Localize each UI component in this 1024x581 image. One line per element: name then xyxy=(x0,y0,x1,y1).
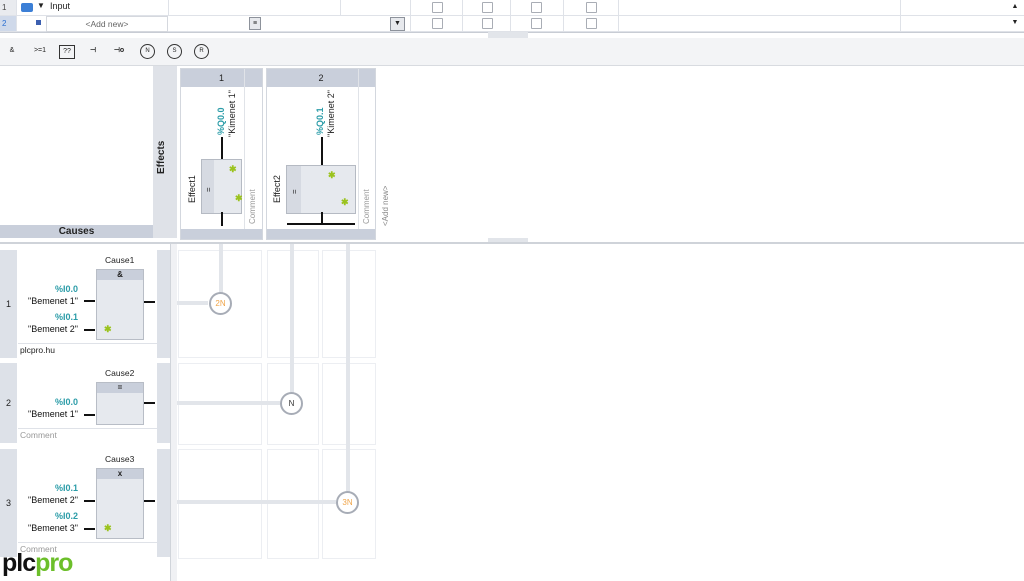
input-address: %I0.0 xyxy=(55,284,79,294)
effect-line xyxy=(290,244,294,394)
cause-name: Cause1 xyxy=(105,255,135,265)
cause-line xyxy=(172,500,336,504)
add-pin-icon[interactable]: ✱ xyxy=(104,324,112,335)
effect-column-2[interactable]: 2 %Q0.1 "Kimenet 2" Effect2 = ✱ ✱ Commen… xyxy=(266,68,376,240)
effect-box[interactable]: = ✱ ✱ xyxy=(286,165,356,214)
add-pin-icon[interactable]: ✱ xyxy=(341,197,349,208)
add-pin-icon[interactable]: ✱ xyxy=(104,523,112,534)
cause-line xyxy=(172,301,208,305)
negated-contact-icon[interactable]: ⊣o xyxy=(110,43,128,59)
variable-table: 1 ▼ Input ▲ 2 <Add new> ≡ ▼ ▼ xyxy=(0,0,1024,33)
causes-title: Causes xyxy=(0,225,153,238)
cause-box[interactable]: = xyxy=(96,382,144,425)
cause-line xyxy=(172,401,280,405)
effect-box[interactable]: = ✱ ✱ xyxy=(201,159,243,214)
s-icon[interactable]: S xyxy=(167,44,182,59)
checkbox[interactable] xyxy=(482,18,493,29)
cause-comment[interactable]: Comment xyxy=(18,428,157,442)
input-signal: "Bemenet 1" xyxy=(28,409,78,419)
checkbox[interactable] xyxy=(531,2,542,13)
effect-column-1[interactable]: 1 %Q0.0 "Kimenet 1" Effect1 = ✱ ✱ Commen… xyxy=(180,68,263,240)
matrix-cell[interactable] xyxy=(178,449,262,559)
expand-arrow-icon[interactable]: ▼ xyxy=(37,1,45,10)
row-number: 1 xyxy=(0,0,17,15)
effect-number: 1 xyxy=(181,69,262,87)
dropdown-button[interactable]: ▼ xyxy=(390,17,405,31)
r-icon[interactable]: R xyxy=(194,44,209,59)
checkbox[interactable] xyxy=(586,18,597,29)
effect-comment[interactable]: Comment xyxy=(362,189,371,224)
input-type-icon xyxy=(21,3,33,12)
cause-box[interactable]: x ✱ xyxy=(96,468,144,539)
cause-row-3[interactable]: 3 Cause3 x ✱ %I0.1 "Bemenet 2" %I0.2 "Be… xyxy=(0,449,170,557)
effect-signal: "Kimenet 1" xyxy=(227,90,237,137)
cause-row-1[interactable]: 1 Cause1 & ✱ %I0.0 "Bemenet 1" %I0.1 "Be… xyxy=(0,250,170,358)
effect-line xyxy=(346,244,350,493)
cause-row-2[interactable]: 2 Cause2 = %I0.0 "Bemenet 1" Comment xyxy=(0,363,170,443)
causes-header-pane: Causes xyxy=(0,66,154,238)
input-address: %I0.1 xyxy=(55,312,79,322)
contact-icon[interactable]: ⊣ xyxy=(86,43,100,59)
add-pin-icon[interactable]: ✱ xyxy=(328,170,336,181)
vertical-splitter[interactable] xyxy=(170,244,177,581)
cause-box[interactable]: & ✱ xyxy=(96,269,144,340)
effects-bar: Effects xyxy=(153,66,177,238)
input-address: %I0.2 xyxy=(55,511,79,521)
row-number: 2 xyxy=(0,16,17,31)
effect-address: %Q0.0 xyxy=(216,107,226,135)
effect-op: = xyxy=(290,189,299,194)
effect-op: = xyxy=(204,187,213,192)
intersection-node[interactable]: 3N xyxy=(336,491,359,514)
scroll-down-icon[interactable]: ▼ xyxy=(1009,18,1021,28)
cause-number: 1 xyxy=(0,250,17,358)
or-icon[interactable]: >=1 xyxy=(30,43,50,59)
cause-comment[interactable]: plcpro.hu xyxy=(18,343,157,357)
effect-comment[interactable]: Comment xyxy=(248,189,257,224)
input-address: %I0.1 xyxy=(55,483,79,493)
matrix-cell[interactable] xyxy=(267,449,319,559)
scroll-up-icon[interactable]: ▲ xyxy=(1009,2,1021,12)
cause-name: Cause3 xyxy=(105,454,135,464)
checkbox[interactable] xyxy=(432,2,443,13)
checkbox[interactable] xyxy=(586,2,597,13)
bullet-icon xyxy=(36,20,41,25)
input-signal: "Bemenet 2" xyxy=(28,495,78,505)
list-icon[interactable]: ≡ xyxy=(249,17,261,30)
checkbox[interactable] xyxy=(531,18,542,29)
effect-signal: "Kimenet 2" xyxy=(326,90,336,137)
effect-address: %Q0.1 xyxy=(315,107,325,135)
var-row-2[interactable]: 2 <Add new> ≡ ▼ ▼ xyxy=(0,16,1024,32)
add-new-input[interactable]: <Add new> xyxy=(46,16,168,32)
var-row-1[interactable]: 1 ▼ Input ▲ xyxy=(0,0,1024,16)
plcpro-logo: plcpro xyxy=(2,549,73,577)
effect-line xyxy=(219,244,223,294)
cause-op: x xyxy=(97,469,143,479)
checkbox[interactable] xyxy=(482,2,493,13)
cause-op: & xyxy=(97,270,143,280)
effect-name: Effect1 xyxy=(187,175,197,203)
n-icon[interactable]: N xyxy=(140,44,155,59)
checkbox[interactable] xyxy=(432,18,443,29)
effects-title: Effects xyxy=(156,140,167,174)
add-new-effect[interactable]: <Add new> xyxy=(381,186,390,226)
cause-op: = xyxy=(97,383,143,393)
var-name: Input xyxy=(50,1,71,11)
cause-name: Cause2 xyxy=(105,368,135,378)
add-pin-icon[interactable]: ✱ xyxy=(235,193,243,204)
empty-box-icon[interactable]: ?? xyxy=(59,45,75,59)
input-signal: "Bemenet 2" xyxy=(28,324,78,334)
and-icon[interactable]: & xyxy=(6,43,18,59)
input-address: %I0.0 xyxy=(55,397,79,407)
input-signal: "Bemenet 1" xyxy=(28,296,78,306)
cause-number: 2 xyxy=(0,363,17,443)
instruction-toolbar: & >=1 ?? ⊣ ⊣o N S R xyxy=(0,38,1024,66)
add-pin-icon[interactable]: ✱ xyxy=(229,164,237,175)
intersection-node[interactable]: 2N xyxy=(209,292,232,315)
intersection-node[interactable]: N xyxy=(280,392,303,415)
input-signal: "Bemenet 3" xyxy=(28,523,78,533)
effect-name: Effect2 xyxy=(272,175,282,203)
cause-number: 3 xyxy=(0,449,17,557)
